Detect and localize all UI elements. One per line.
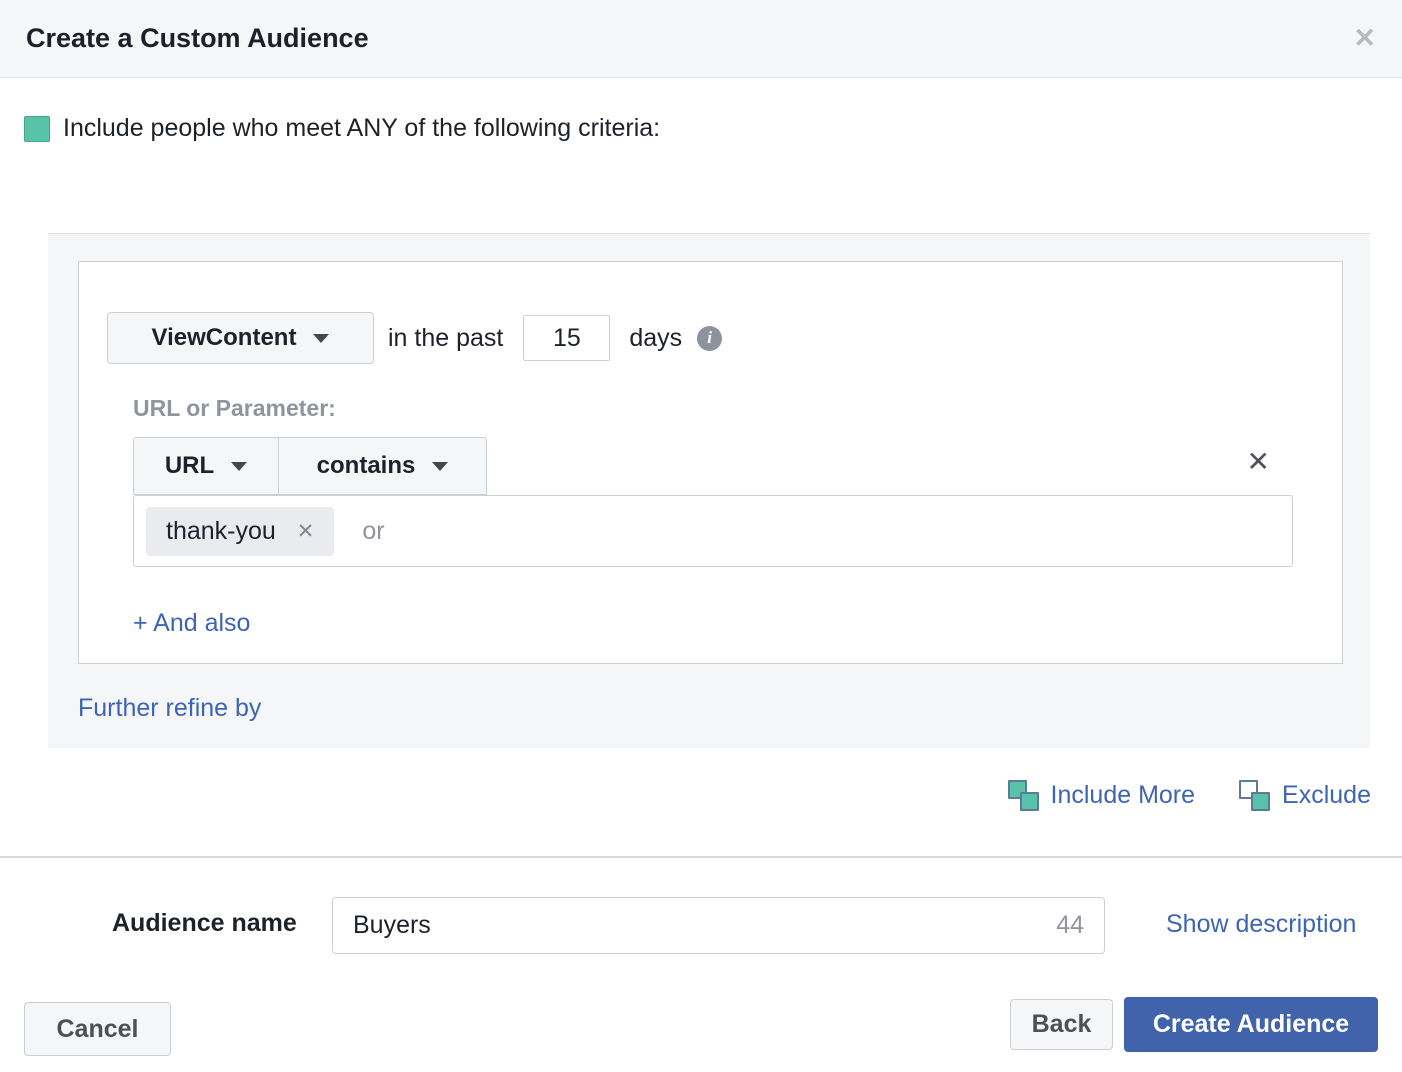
include-more-icon <box>1007 780 1039 811</box>
remove-tag-icon[interactable]: ✕ <box>297 521 315 542</box>
url-field-dropdown-label: URL <box>164 452 215 479</box>
operator-dropdown[interactable]: contains <box>278 437 487 495</box>
exclude-button[interactable]: Exclude <box>1239 780 1371 811</box>
include-more-label: Include More <box>1050 781 1196 809</box>
include-more-button[interactable]: Include More <box>1007 780 1196 811</box>
info-icon[interactable]: i <box>697 325 723 351</box>
include-criteria-row: Include people who meet ANY of the follo… <box>24 114 660 143</box>
event-dropdown[interactable]: ViewContent <box>107 312 374 364</box>
url-value-tag-label: thank-you <box>166 516 276 545</box>
chevron-down-icon <box>313 333 330 343</box>
create-audience-button[interactable]: Create Audience <box>1124 997 1378 1052</box>
cancel-button[interactable]: Cancel <box>24 1002 171 1056</box>
chevron-down-icon <box>231 461 248 471</box>
include-criteria-label: Include people who meet ANY of the follo… <box>63 114 661 142</box>
url-rule-dropdowns: URL contains <box>133 437 487 495</box>
page-title: Create a Custom Audience <box>26 23 369 53</box>
audience-actions: Include More Exclude <box>1007 780 1371 811</box>
create-custom-audience-modal: Create a Custom Audience ✕ Include peopl… <box>0 0 1402 1072</box>
show-description-link[interactable]: Show description <box>1166 910 1356 939</box>
url-field-dropdown[interactable]: URL <box>133 437 279 495</box>
close-icon[interactable]: ✕ <box>1353 25 1376 52</box>
include-checkbox[interactable] <box>24 115 50 142</box>
exclude-icon <box>1239 780 1271 811</box>
days-input[interactable] <box>523 315 611 361</box>
url-value-input[interactable] <box>362 516 1280 546</box>
operator-dropdown-label: contains <box>316 452 416 479</box>
criteria-panel: ViewContent in the past days i URL or Pa… <box>48 233 1370 748</box>
audience-name-field: 44 <box>332 897 1105 954</box>
footer-divider <box>0 856 1402 858</box>
in-the-past-label: in the past <box>388 323 504 352</box>
back-button[interactable]: Back <box>1010 999 1113 1050</box>
further-refine-link[interactable]: Further refine by <box>78 694 261 723</box>
chevron-down-icon <box>432 461 449 471</box>
days-label: days <box>629 323 683 352</box>
rule-card: ViewContent in the past days i URL or Pa… <box>78 261 1343 664</box>
modal-header: Create a Custom Audience ✕ <box>0 0 1402 78</box>
and-also-link[interactable]: + And also <box>133 609 250 638</box>
url-or-parameter-label: URL or Parameter: <box>133 395 336 421</box>
remove-rule-icon[interactable]: ✕ <box>1247 448 1270 476</box>
url-value-tag: thank-you ✕ <box>146 506 335 556</box>
character-count: 44 <box>1056 911 1084 939</box>
event-row: ViewContent in the past days i <box>107 312 723 364</box>
event-dropdown-label: ViewContent <box>151 324 297 351</box>
url-value-field[interactable]: thank-you ✕ <box>133 495 1293 567</box>
audience-name-input[interactable] <box>353 911 1057 940</box>
exclude-label: Exclude <box>1282 781 1371 809</box>
audience-name-label: Audience name <box>112 909 297 937</box>
